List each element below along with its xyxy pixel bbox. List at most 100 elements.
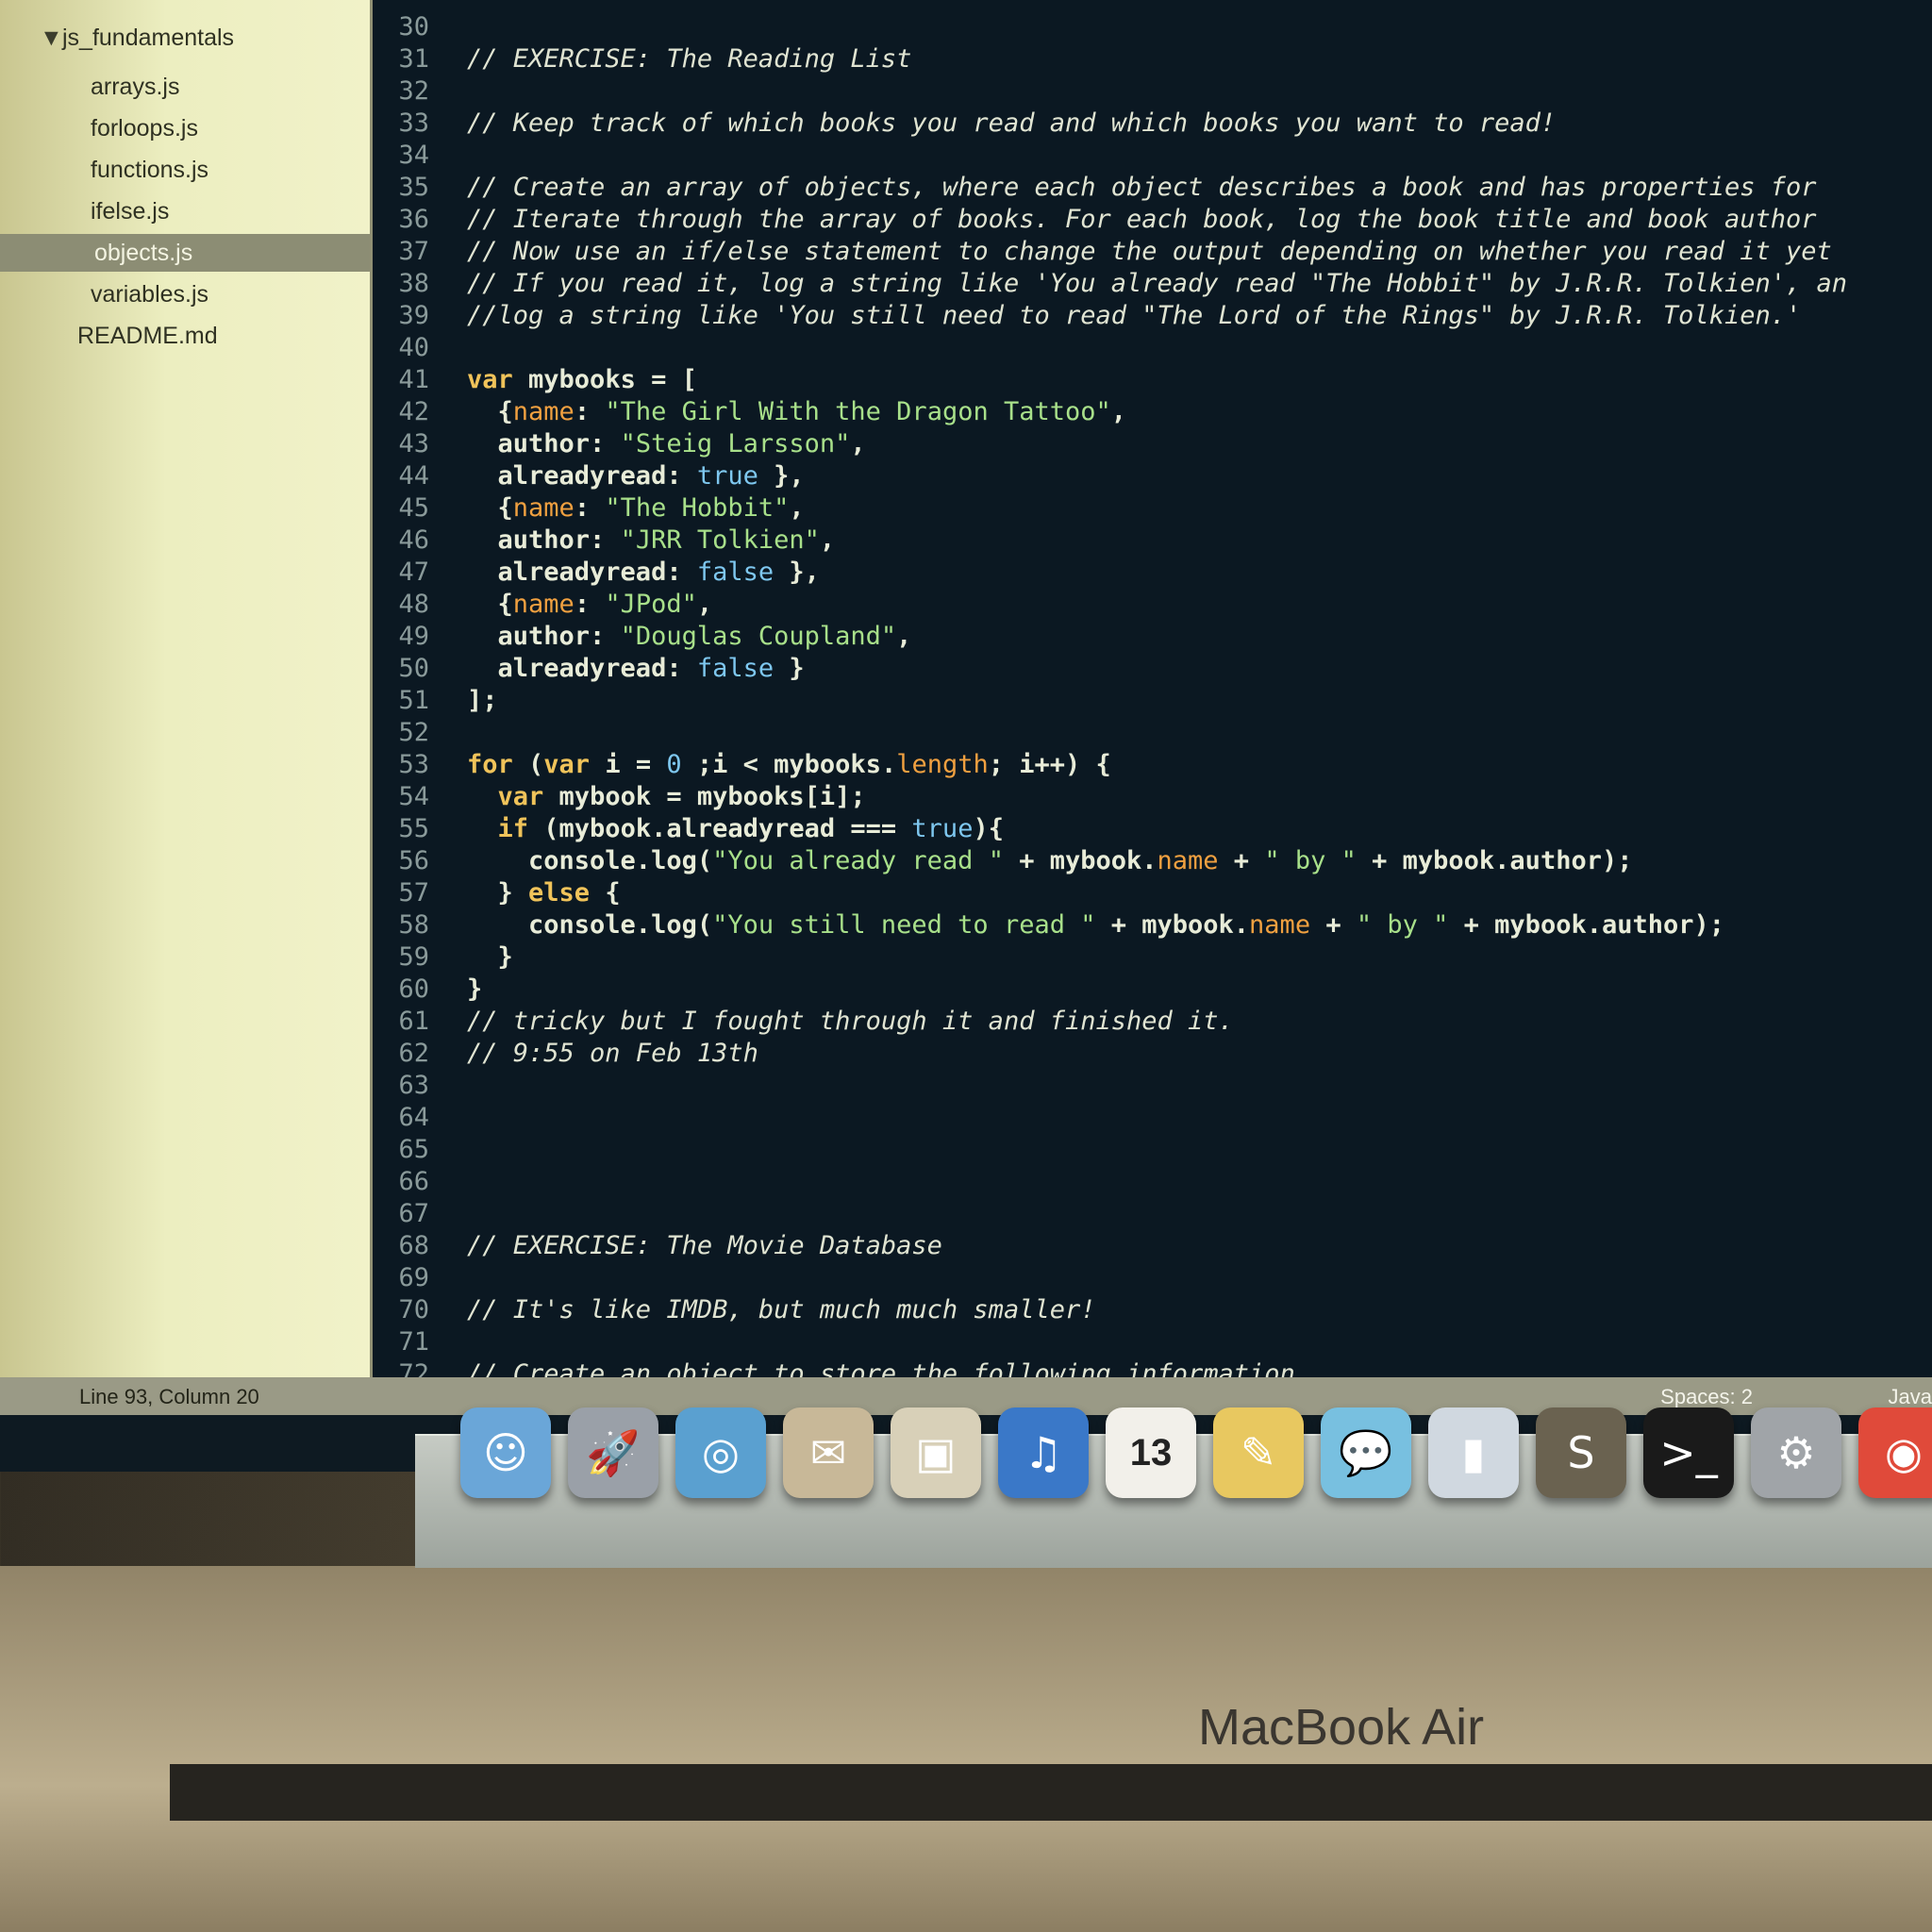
line-number: 64 bbox=[398, 1103, 429, 1132]
code-line[interactable]: 65 bbox=[373, 1134, 467, 1166]
dock: ☺ 🚀 ◎ ✉ ▣ ♫ 13 ✎ 💬 ▮ S >_ ⚙ ◉ bbox=[415, 1407, 1932, 1568]
code-line[interactable]: 64 bbox=[373, 1102, 467, 1134]
code-line[interactable]: 46 author: "JRR Tolkien", bbox=[373, 525, 835, 557]
code-line[interactable]: 43 author: "Steig Larsson", bbox=[373, 428, 866, 460]
code-line[interactable]: 59 } bbox=[373, 941, 512, 974]
code-line[interactable]: 68 // EXERCISE: The Movie Database bbox=[373, 1230, 942, 1262]
sidebar-file-ifelse-js[interactable]: ifelse.js bbox=[91, 192, 169, 230]
line-text: // EXERCISE: The Movie Database bbox=[467, 1231, 942, 1260]
sidebar-file-readme-md[interactable]: README.md bbox=[77, 317, 218, 355]
code-line[interactable]: 40 bbox=[373, 332, 467, 364]
music-note-icon[interactable]: ♫ bbox=[998, 1407, 1089, 1498]
code-line[interactable]: 53 for (var i = 0 ;i < mybooks.length; i+… bbox=[373, 749, 1110, 781]
line-text: // EXERCISE: The Reading List bbox=[467, 44, 912, 74]
line-text: // Keep track of which books you read an… bbox=[467, 108, 1557, 138]
syntax-mode[interactable]: Java bbox=[1889, 1385, 1932, 1409]
code-line[interactable]: 48 {name: "JPod", bbox=[373, 589, 712, 621]
line-text: // Create an array of objects, where eac… bbox=[467, 173, 1817, 202]
terminal-icon[interactable]: >_ bbox=[1643, 1407, 1734, 1498]
line-text: } bbox=[467, 974, 483, 1004]
line-number: 61 bbox=[398, 1007, 429, 1036]
rocket-icon[interactable]: 🚀 bbox=[568, 1407, 658, 1498]
photos-icon[interactable]: ▣ bbox=[891, 1407, 981, 1498]
line-text: alreadyread: false } bbox=[467, 654, 805, 683]
code-line[interactable]: 38 // If you read it, log a string like '… bbox=[373, 268, 1847, 300]
sidebar-file-arrays-js[interactable]: arrays.js bbox=[91, 68, 179, 106]
code-line[interactable]: 62 // 9:55 on Feb 13th bbox=[373, 1038, 758, 1070]
code-line[interactable]: 35 // Create an array of objects, where e… bbox=[373, 172, 1816, 204]
code-line[interactable]: 32 bbox=[373, 75, 467, 108]
cursor-position: Line 93, Column 20 bbox=[79, 1385, 259, 1408]
code-line[interactable]: 45 {name: "The Hobbit", bbox=[373, 492, 805, 525]
code-line[interactable]: 61 // tricky but I fought through it and … bbox=[373, 1006, 1233, 1038]
sidebar-file-forloops-js[interactable]: forloops.js bbox=[91, 109, 198, 147]
code-line[interactable]: 37 // Now use an if/else statement to cha… bbox=[373, 236, 1831, 268]
code-line[interactable]: 47 alreadyread: false }, bbox=[373, 557, 820, 589]
code-line[interactable]: 34 bbox=[373, 140, 467, 172]
code-line[interactable]: 30 bbox=[373, 11, 467, 43]
folder-js-fundamentals[interactable]: ▼js_fundamentals bbox=[40, 25, 234, 52]
stamp-icon[interactable]: ✉ bbox=[783, 1407, 874, 1498]
sublime-icon[interactable]: S bbox=[1536, 1407, 1626, 1498]
code-line[interactable]: 60} bbox=[373, 974, 482, 1006]
code-editor[interactable]: 30 31 // EXERCISE: The Reading List 32 33 // … bbox=[373, 0, 1932, 1389]
compass-icon[interactable]: ◎ bbox=[675, 1407, 766, 1498]
sidebar-file-objects-js[interactable]: objects.js bbox=[0, 234, 370, 272]
code-line[interactable]: 50 alreadyread: false } bbox=[373, 653, 805, 685]
line-number: 53 bbox=[398, 750, 429, 779]
code-line[interactable]: 44 alreadyread: true }, bbox=[373, 460, 804, 492]
pencil-icon[interactable]: ✎ bbox=[1213, 1407, 1304, 1498]
line-number: 48 bbox=[398, 590, 429, 619]
sidebar-file-functions-js[interactable]: functions.js bbox=[91, 151, 208, 189]
line-number: 52 bbox=[398, 718, 429, 747]
line-text: console.log("You already read " + mybook… bbox=[467, 846, 1633, 875]
chrome-icon[interactable]: ◉ bbox=[1858, 1407, 1932, 1498]
chat-bubble-icon[interactable]: 💬 bbox=[1321, 1407, 1411, 1498]
line-text: // Iterate through the array of books. F… bbox=[467, 205, 1817, 234]
line-text: } else { bbox=[467, 878, 621, 908]
code-line[interactable]: 52 bbox=[373, 717, 467, 749]
line-number: 65 bbox=[398, 1135, 429, 1164]
line-text: {name: "The Hobbit", bbox=[467, 493, 805, 523]
line-number: 49 bbox=[398, 622, 429, 651]
bar-chart-icon[interactable]: ▮ bbox=[1428, 1407, 1519, 1498]
line-text: author: "JRR Tolkien", bbox=[467, 525, 836, 555]
code-line[interactable]: 31 // EXERCISE: The Reading List bbox=[373, 43, 911, 75]
line-number: 63 bbox=[398, 1071, 429, 1100]
sidebar-file-variables-js[interactable]: variables.js bbox=[91, 275, 208, 313]
code-line[interactable]: 63 bbox=[373, 1070, 467, 1102]
line-number: 59 bbox=[398, 942, 429, 972]
code-line[interactable]: 56 console.log("You already read " + myb… bbox=[373, 845, 1632, 877]
line-number: 41 bbox=[398, 365, 429, 394]
code-line[interactable]: 51]; bbox=[373, 685, 497, 717]
disclosure-triangle-icon[interactable]: ▼ bbox=[40, 25, 63, 52]
line-number: 57 bbox=[398, 878, 429, 908]
line-number: 36 bbox=[398, 205, 429, 234]
line-text: alreadyread: false }, bbox=[467, 558, 820, 587]
calendar-icon[interactable]: 13 bbox=[1106, 1407, 1196, 1498]
code-line[interactable]: 55 if (mybook.alreadyread === true){ bbox=[373, 813, 1004, 845]
line-number: 43 bbox=[398, 429, 429, 458]
code-line[interactable]: 66 bbox=[373, 1166, 467, 1198]
code-line[interactable]: 33 // Keep track of which books you read … bbox=[373, 108, 1556, 140]
line-number: 32 bbox=[398, 76, 429, 106]
code-line[interactable]: 39 //log a string like 'You still need to… bbox=[373, 300, 1801, 332]
code-line[interactable]: 58 console.log("You still need to read "… bbox=[373, 909, 1724, 941]
line-text: author: "Steig Larsson", bbox=[467, 429, 866, 458]
line-number: 58 bbox=[398, 910, 429, 940]
code-line[interactable]: 71 bbox=[373, 1326, 467, 1358]
finder-icon[interactable]: ☺ bbox=[460, 1407, 551, 1498]
code-line[interactable]: 41 var mybooks = [ bbox=[373, 364, 696, 396]
code-line[interactable]: 57 } else { bbox=[373, 877, 621, 909]
gear-icon[interactable]: ⚙ bbox=[1751, 1407, 1841, 1498]
code-line[interactable]: 69 bbox=[373, 1262, 467, 1294]
code-line[interactable]: 49 author: "Douglas Coupland", bbox=[373, 621, 911, 653]
line-number: 70 bbox=[398, 1295, 429, 1324]
code-line[interactable]: 54 var mybook = mybooks[i]; bbox=[373, 781, 865, 813]
code-line[interactable]: 70 // It's like IMDB, but much much small… bbox=[373, 1294, 1095, 1326]
indentation-setting[interactable]: Spaces: 2 bbox=[1660, 1385, 1753, 1409]
line-text: if (mybook.alreadyread === true){ bbox=[497, 814, 1004, 843]
code-line[interactable]: 36 // Iterate through the array of books.… bbox=[373, 204, 1816, 236]
code-line[interactable]: 42 {name: "The Girl With the Dragon Tatt… bbox=[373, 396, 1126, 428]
code-line[interactable]: 67 bbox=[373, 1198, 467, 1230]
